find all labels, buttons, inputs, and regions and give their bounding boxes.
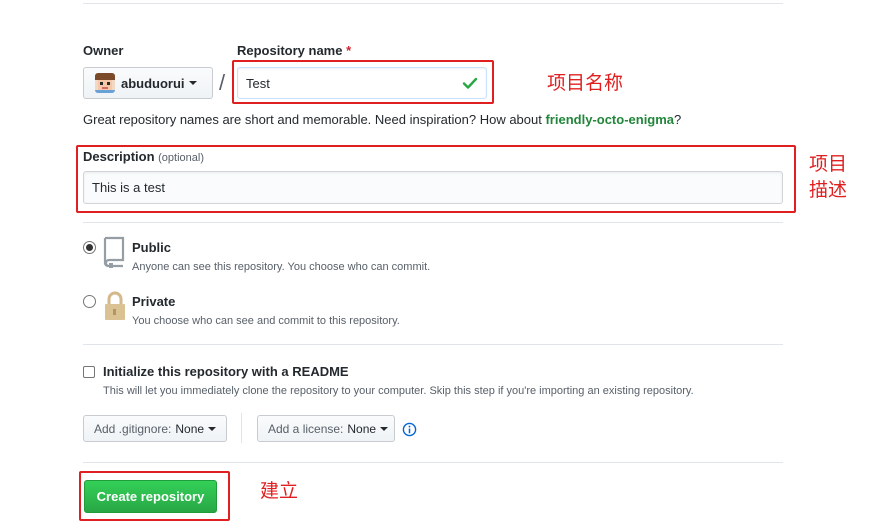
chevron-down-icon (208, 426, 217, 431)
divider-visibility (83, 222, 783, 223)
info-icon[interactable] (402, 422, 417, 440)
annotation-box-create (79, 471, 230, 521)
chevron-down-icon (188, 81, 197, 85)
annotation-create: 建立 (260, 480, 299, 502)
annotation-box-description (76, 145, 796, 213)
hint-text: Great repository names are short and mem… (83, 112, 546, 127)
annotation-description-line1: 项目 (809, 153, 848, 175)
repo-name-hint: Great repository names are short and mem… (83, 112, 681, 127)
readme-note: This will let you immediately clone the … (103, 385, 694, 397)
top-divider (83, 3, 783, 4)
readme-title: Initialize this repository with a README (103, 364, 349, 379)
divider-readme (83, 344, 783, 345)
avatar (95, 73, 115, 93)
annotation-description: 项目 描述 (809, 151, 847, 203)
private-title: Private (132, 294, 176, 309)
license-value: None (347, 421, 377, 436)
owner-label: Owner (83, 43, 124, 58)
select-divider (241, 413, 242, 443)
book-icon (103, 236, 127, 271)
divider-submit (83, 462, 783, 463)
annotation-name: 项目名称 (547, 72, 624, 94)
license-select[interactable]: Add a license: None (257, 415, 395, 442)
public-radio[interactable] (83, 241, 96, 254)
gitignore-label: Add .gitignore: (94, 421, 172, 436)
repo-name-label-text: Repository name (237, 43, 343, 58)
chevron-down-icon (380, 426, 389, 431)
public-note: Anyone can see this repository. You choo… (132, 261, 431, 273)
license-label: Add a license: (268, 421, 344, 436)
annotation-box-name (232, 60, 494, 104)
private-radio[interactable] (83, 295, 96, 308)
gitignore-value: None (175, 421, 205, 436)
owner-repo-separator: / (219, 70, 226, 95)
annotation-description-line2: 描述 (809, 179, 848, 201)
owner-username: abuduorui (121, 75, 185, 91)
readme-checkbox[interactable] (83, 366, 95, 378)
public-title: Public (132, 240, 172, 255)
lock-icon (104, 290, 126, 325)
repo-name-label: Repository name * (237, 43, 351, 58)
owner-select[interactable]: abuduorui (83, 67, 213, 99)
name-suggestion-link[interactable]: friendly-octo-enigma (545, 112, 674, 127)
hint-suffix: ? (674, 112, 682, 127)
private-note: You choose who can see and commit to thi… (132, 315, 400, 327)
gitignore-select[interactable]: Add .gitignore: None (83, 415, 227, 442)
required-mark: * (346, 43, 352, 58)
